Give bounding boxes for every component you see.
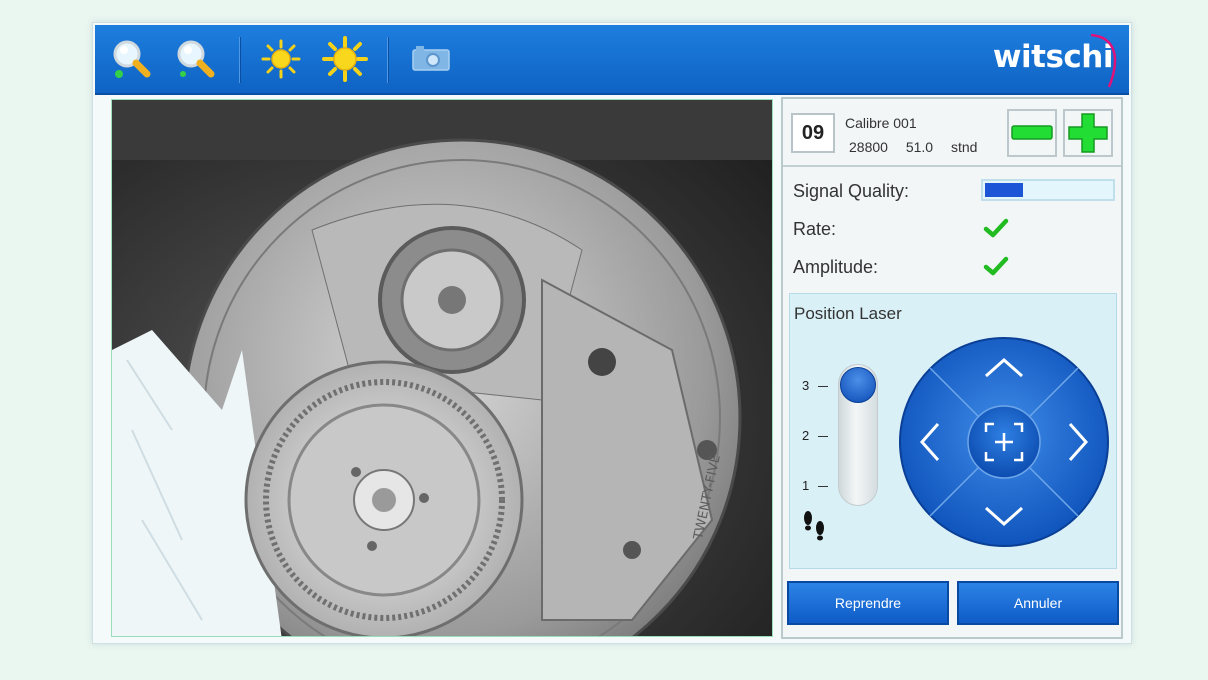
calibre-number[interactable]: 09 — [791, 113, 835, 153]
plus-icon — [1068, 113, 1108, 153]
calibre-row: 09 Calibre 001 28800 51.0 stnd — [783, 99, 1121, 167]
watch-movement-image: TWENTY-FIVE — [112, 100, 772, 636]
calibre-values: 28800 51.0 stnd — [849, 139, 978, 155]
amplitude-check-icon — [983, 256, 1009, 276]
zoom-out-button[interactable] — [171, 35, 223, 83]
zoom-in-button[interactable] — [107, 35, 159, 83]
calibre-name: Calibre 001 — [845, 115, 917, 131]
position-laser-title: Position Laser — [794, 304, 902, 323]
decrease-button[interactable] — [1007, 109, 1057, 157]
level-tick — [818, 486, 828, 487]
zoom-out-icon — [177, 40, 215, 78]
signal-quality-fill — [985, 183, 1023, 197]
level-tick — [818, 386, 828, 387]
level-label-2: 2 — [802, 428, 810, 443]
rate-label: Rate: — [793, 219, 837, 239]
brightness-high-icon — [322, 36, 368, 82]
amplitude-label: Amplitude: — [793, 257, 879, 277]
position-laser-box: Position Laser 3 2 1 — [789, 293, 1117, 569]
laser-level-slider[interactable] — [838, 364, 878, 506]
camera-button[interactable] — [403, 35, 455, 83]
resume-button[interactable]: Reprendre — [787, 581, 949, 625]
laser-level-knob[interactable] — [840, 367, 876, 403]
level-label-1: 1 — [802, 478, 810, 493]
toolbar: witschi — [95, 25, 1129, 95]
signal-quality-label: Signal Quality: — [793, 181, 910, 201]
minus-icon — [1011, 125, 1053, 140]
level-label-3: 3 — [802, 378, 810, 393]
toolbar-separator — [239, 37, 241, 83]
control-panel: 09 Calibre 001 28800 51.0 stnd Signal Qu… — [781, 97, 1123, 639]
toolbar-separator — [387, 37, 389, 83]
camera-view[interactable]: TWENTY-FIVE — [111, 99, 773, 637]
level-tick — [818, 436, 828, 437]
brightness-low-icon — [261, 39, 301, 79]
cancel-button[interactable]: Annuler — [957, 581, 1119, 625]
brightness-low-button[interactable] — [255, 35, 307, 83]
signal-quality-bar — [981, 179, 1115, 201]
direction-pad — [899, 337, 1109, 547]
logo-swoosh — [1090, 33, 1117, 88]
footsteps-icon — [804, 511, 824, 541]
rate-check-icon — [983, 218, 1009, 238]
camera-icon — [412, 46, 450, 71]
zoom-in-icon — [113, 40, 151, 78]
brightness-high-button[interactable] — [319, 35, 371, 83]
increase-button[interactable] — [1063, 109, 1113, 157]
dpad-center-button[interactable] — [967, 405, 1041, 479]
device-screen: witschi TWENTY-FIVE 09 Calibre 001 28800… — [92, 22, 1132, 644]
